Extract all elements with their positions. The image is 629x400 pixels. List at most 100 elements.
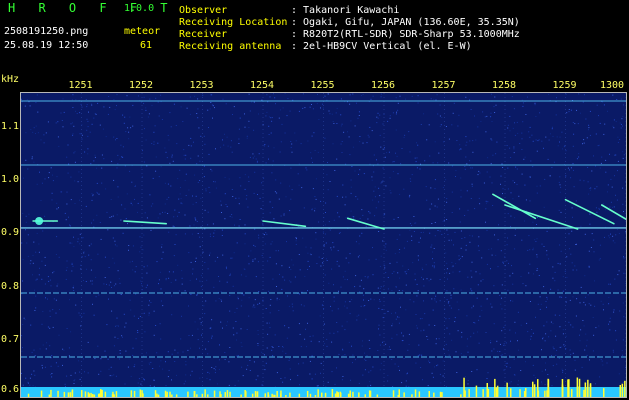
noise-dot xyxy=(211,367,213,368)
noise-dot xyxy=(124,116,126,118)
meteor-label: meteor xyxy=(124,26,161,37)
noise-dot xyxy=(520,276,522,277)
noise-dot xyxy=(120,294,122,295)
noise-dot xyxy=(595,327,597,329)
noise-dot xyxy=(612,351,614,353)
noise-dot xyxy=(72,94,74,96)
noise-dot xyxy=(342,184,344,186)
noise-dot xyxy=(346,321,348,323)
noise-dot xyxy=(451,124,453,126)
noise-dot xyxy=(584,304,586,306)
noise-dot xyxy=(350,186,352,188)
noise-dot xyxy=(257,344,259,346)
noise-dot xyxy=(464,168,466,170)
noise-dot xyxy=(580,225,582,227)
noise-dot xyxy=(503,343,505,345)
noise-dot xyxy=(598,207,600,209)
noise-dot xyxy=(495,254,497,256)
noise-dot xyxy=(561,368,563,370)
noise-dot xyxy=(559,184,561,186)
noise-dot xyxy=(589,110,591,112)
noise-dot xyxy=(204,262,206,263)
noise-dot xyxy=(323,323,325,325)
noise-dot xyxy=(461,336,463,338)
noise-dot xyxy=(60,112,62,114)
noise-dot xyxy=(324,96,325,97)
noise-dot xyxy=(132,269,134,271)
noise-dot xyxy=(327,162,328,163)
noise-dot xyxy=(337,331,339,333)
noise-dot xyxy=(500,355,502,357)
noise-dot xyxy=(269,201,271,203)
noise-dot xyxy=(492,154,494,156)
noise-dot xyxy=(471,183,473,185)
noise-burst xyxy=(245,391,247,397)
noise-dot xyxy=(561,346,563,348)
noise-burst xyxy=(226,390,229,397)
noise-dot xyxy=(299,333,301,335)
noise-dot xyxy=(102,128,104,130)
noise-dot xyxy=(456,301,458,303)
noise-dot xyxy=(580,286,582,288)
noise-dot xyxy=(27,234,29,236)
noise-dot xyxy=(508,262,509,264)
noise-dot xyxy=(128,131,130,133)
noise-dot xyxy=(32,131,34,133)
noise-dot xyxy=(172,225,174,227)
noise-dot xyxy=(276,192,278,194)
noise-dot xyxy=(316,263,318,264)
noise-dot xyxy=(361,345,363,347)
noise-dot xyxy=(434,188,436,190)
noise-dot xyxy=(325,202,327,204)
noise-dot xyxy=(70,331,72,333)
noise-dot xyxy=(510,300,512,302)
noise-dot xyxy=(442,187,444,188)
noise-dot xyxy=(21,372,22,374)
noise-dot xyxy=(67,172,69,174)
noise-dot xyxy=(56,285,58,287)
noise-dot xyxy=(35,307,37,309)
noise-dot xyxy=(501,354,503,356)
noise-dot xyxy=(377,350,379,351)
noise-dot xyxy=(26,99,28,101)
noise-dot xyxy=(510,215,512,217)
noise-dot xyxy=(453,244,454,246)
noise-dot xyxy=(559,314,561,316)
noise-dot xyxy=(428,360,430,362)
noise-dot xyxy=(133,366,135,368)
noise-dot xyxy=(559,326,561,328)
noise-dot xyxy=(194,321,196,323)
noise-dot xyxy=(221,229,223,231)
noise-dot xyxy=(300,304,302,306)
noise-dot xyxy=(188,335,190,336)
noise-dot xyxy=(326,174,328,176)
noise-dot xyxy=(437,364,439,366)
noise-dot xyxy=(266,233,268,235)
noise-dot xyxy=(37,132,39,134)
noise-dot xyxy=(67,144,69,146)
noise-dot xyxy=(515,332,516,334)
noise-dot xyxy=(309,360,311,362)
noise-dot xyxy=(268,134,270,135)
noise-dot xyxy=(61,191,63,193)
noise-dot xyxy=(267,260,269,262)
noise-dot xyxy=(137,211,138,213)
noise-dot xyxy=(317,151,319,153)
noise-dot xyxy=(185,173,187,175)
noise-dot xyxy=(258,291,260,292)
noise-burst xyxy=(156,393,158,397)
noise-dot xyxy=(71,270,73,272)
noise-dot xyxy=(445,318,447,320)
noise-dot xyxy=(93,117,95,119)
noise-dot xyxy=(601,156,603,158)
noise-dot xyxy=(210,94,212,96)
noise-burst xyxy=(603,388,605,397)
noise-dot xyxy=(186,107,188,109)
noise-dot xyxy=(555,375,557,377)
noise-dot xyxy=(623,154,625,156)
noise-dot xyxy=(471,185,473,187)
noise-dot xyxy=(21,350,23,352)
noise-dot xyxy=(379,266,381,267)
noise-dot xyxy=(23,177,24,179)
noise-dot xyxy=(513,108,515,110)
